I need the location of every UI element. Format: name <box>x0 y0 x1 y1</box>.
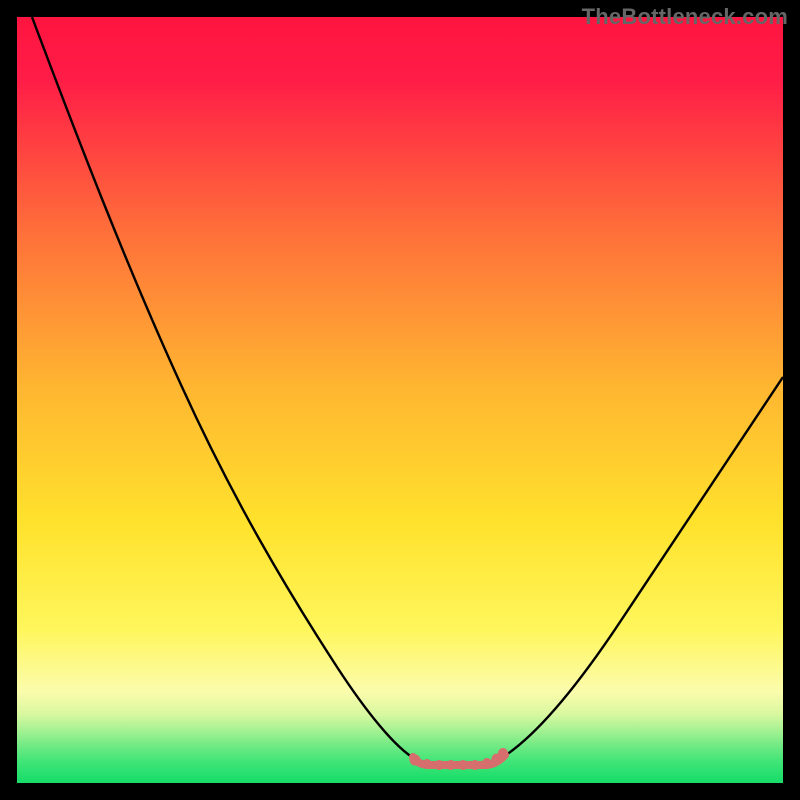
curve-path <box>32 17 783 764</box>
plot-area <box>17 17 783 783</box>
watermark-text: TheBottleneck.com <box>582 4 788 30</box>
chart-frame: { "watermark": "TheBottleneck.com", "col… <box>0 0 800 800</box>
bottleneck-curve <box>17 17 783 783</box>
